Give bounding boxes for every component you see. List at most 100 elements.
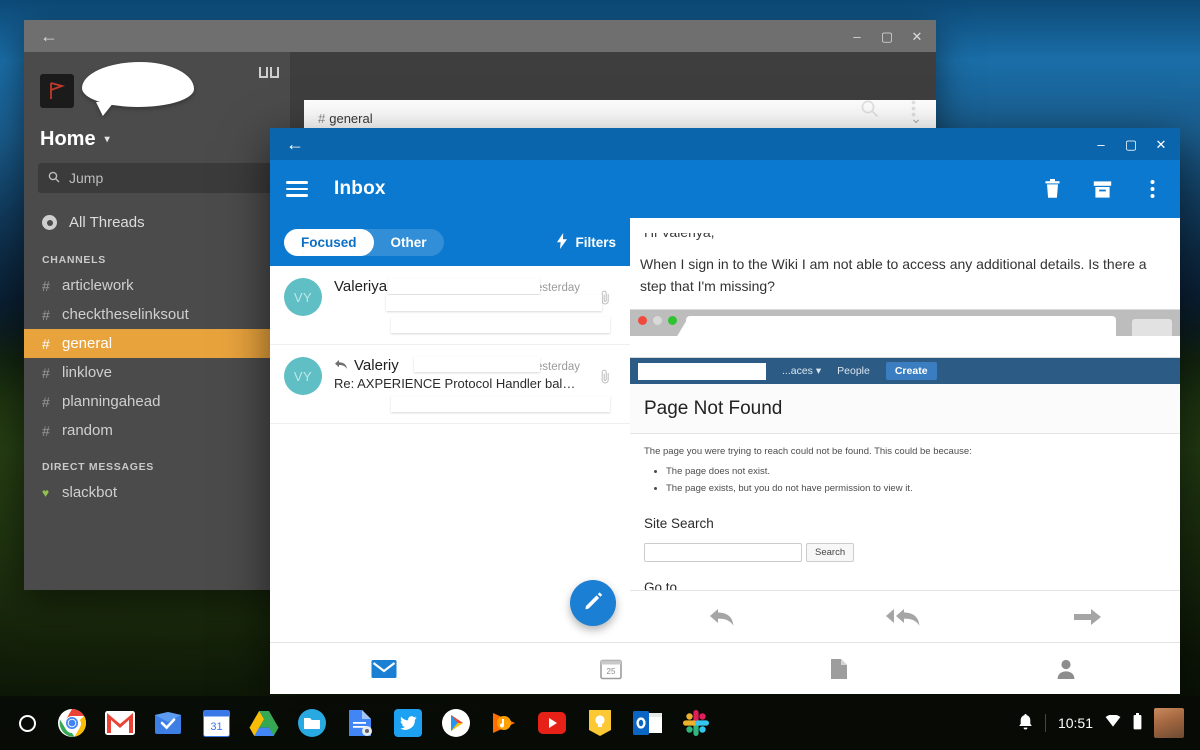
reply-all-button[interactable] xyxy=(813,606,996,628)
tab-files[interactable] xyxy=(725,658,953,680)
shelf-item-keep[interactable] xyxy=(584,707,616,739)
jump-placeholder: Jump xyxy=(69,170,104,186)
sidebar-item-all-threads[interactable]: All Threads xyxy=(24,207,290,238)
tab-focused[interactable]: Focused xyxy=(284,228,374,256)
forward-button[interactable] xyxy=(997,608,1180,626)
nav-item-people: People xyxy=(837,365,870,378)
slack-team-header[interactable] xyxy=(24,60,290,122)
table-row[interactable]: VY Valeriy Yesterday Re: AXPERIENCE Prot… xyxy=(270,345,630,424)
shelf-item-gmail[interactable] xyxy=(104,707,136,739)
hamburger-icon[interactable] xyxy=(286,181,308,197)
shelf-item-files[interactable] xyxy=(296,707,328,739)
wifi-icon[interactable] xyxy=(1105,714,1121,731)
search-input xyxy=(644,542,802,562)
shelf-item-play-music[interactable] xyxy=(488,707,520,739)
shelf-item-chrome[interactable] xyxy=(56,707,88,739)
sidebar-item-slackbot[interactable]: ♥ slackbot xyxy=(24,478,290,507)
channel-label: slackbot xyxy=(62,484,118,501)
overflow-menu-icon[interactable] xyxy=(900,95,926,121)
file-icon xyxy=(830,658,847,679)
shelf-item-drive[interactable] xyxy=(248,707,280,739)
tab-mail[interactable] xyxy=(270,659,498,679)
tab-people[interactable] xyxy=(953,658,1181,680)
shelf-item-slack[interactable] xyxy=(680,707,712,739)
sidebar-item-articlework[interactable]: # articlework xyxy=(24,271,290,300)
overflow-menu-icon[interactable] xyxy=(1140,177,1164,201)
sidebar-item-random[interactable]: # random xyxy=(24,416,290,445)
slack-home-switcher[interactable]: Home ▾ xyxy=(24,122,290,163)
sidebar-item-general[interactable]: # general xyxy=(24,329,290,358)
archive-icon[interactable] xyxy=(1090,177,1114,201)
reply-button[interactable] xyxy=(630,606,813,628)
greeting-redaction xyxy=(638,218,758,233)
page-intro-text: The page you were trying to reach could … xyxy=(644,446,972,458)
slack-titlebar[interactable]: ← – ▢ ✕ xyxy=(24,20,936,52)
sidebar-toggle-icon[interactable] xyxy=(256,56,282,78)
focused-other-toggle: Focused Other xyxy=(284,228,444,256)
minimize-button[interactable]: – xyxy=(1086,129,1116,159)
list-item: The page does not exist. xyxy=(666,463,1166,480)
mail-window-controls: – ▢ ✕ xyxy=(1086,129,1176,159)
tab-other[interactable]: Other xyxy=(374,229,444,256)
outlook-mail-window[interactable]: ← – ▢ ✕ Inbox Focused Other Filters VY V… xyxy=(270,128,1180,694)
mail-appbar-actions xyxy=(1040,177,1164,201)
maximize-button[interactable]: ▢ xyxy=(872,21,902,51)
avatar: VY xyxy=(284,278,322,316)
sidebar-item-checktheselinksout[interactable]: # checktheselinksout xyxy=(24,300,290,329)
table-row[interactable]: VY Valeriya Yesterday 2 xyxy=(270,266,630,345)
hash-icon: # xyxy=(42,422,50,439)
maximize-button[interactable]: ▢ xyxy=(1116,129,1146,159)
channel-title-text: general xyxy=(329,111,373,126)
mail-bottom-tabbar: 25 xyxy=(270,642,1180,694)
reading-scroll-area[interactable]: Hi Valeriya, When I sign in to the Wiki … xyxy=(630,218,1180,590)
hash-icon: # xyxy=(42,335,50,352)
shelf-item-play-store[interactable] xyxy=(440,707,472,739)
user-avatar[interactable] xyxy=(1154,708,1184,738)
close-button[interactable]: ✕ xyxy=(1146,129,1176,159)
shelf-item-twitter[interactable] xyxy=(392,707,424,739)
site-logo-redaction xyxy=(638,362,766,380)
sidebar-item-planningahead[interactable]: # planningahead xyxy=(24,387,290,416)
shelf-item-calendar[interactable]: 31 xyxy=(200,707,232,739)
system-tray[interactable]: 10:51 xyxy=(1018,708,1190,738)
reply-all-icon xyxy=(885,608,920,626)
close-dot-icon xyxy=(638,315,647,325)
message-sender: Valeriya xyxy=(334,278,388,295)
embedded-screenshot: ...aces ▾ People Create Page Not Found T… xyxy=(630,309,1180,590)
jump-search-input[interactable]: Jump xyxy=(38,163,276,193)
preview-redaction xyxy=(391,396,610,412)
search-icon[interactable] xyxy=(856,95,882,121)
back-icon[interactable]: ← xyxy=(34,21,64,51)
hash-icon: # xyxy=(42,393,50,410)
sidebar-item-linklove[interactable]: # linklove xyxy=(24,358,290,387)
section-label-channels: CHANNELS xyxy=(42,254,106,266)
clock[interactable]: 10:51 xyxy=(1058,715,1093,731)
compose-button[interactable] xyxy=(570,580,616,626)
tab-calendar[interactable]: 25 xyxy=(498,658,726,680)
mail-body: Focused Other Filters VY Valeriya Yester… xyxy=(270,218,1180,642)
all-threads-label: All Threads xyxy=(69,214,145,231)
threads-icon xyxy=(42,215,57,230)
page-title: Inbox xyxy=(334,178,386,199)
shelf-item-outlook[interactable] xyxy=(632,707,664,739)
browser-tab-redaction xyxy=(686,316,1116,337)
delete-icon[interactable] xyxy=(1040,177,1064,201)
launcher-circle-icon[interactable] xyxy=(10,696,44,750)
mail-pivot-bar: Focused Other Filters xyxy=(270,218,630,266)
slack-sidebar: Home ▾ Jump All Threads CHANNELS # artic… xyxy=(24,52,290,590)
shelf-item-youtube[interactable] xyxy=(536,707,568,739)
mail-titlebar[interactable]: ← – ▢ ✕ xyxy=(270,128,1180,160)
shelf-item-docs[interactable] xyxy=(344,707,376,739)
mail-icon xyxy=(371,659,397,678)
battery-icon[interactable] xyxy=(1133,713,1142,733)
lightning-icon xyxy=(556,232,568,252)
back-icon[interactable]: ← xyxy=(280,129,310,159)
chevron-down-icon: ▾ xyxy=(815,365,822,378)
filters-button[interactable]: Filters xyxy=(556,232,616,252)
shelf-item-inbox[interactable] xyxy=(152,707,184,739)
minimize-button[interactable]: – xyxy=(842,21,872,51)
close-button[interactable]: ✕ xyxy=(902,21,932,51)
bell-icon[interactable] xyxy=(1018,713,1033,733)
message-sender: Valeriy xyxy=(354,357,399,374)
list-item: The page exists, but you do not have per… xyxy=(666,480,1166,497)
